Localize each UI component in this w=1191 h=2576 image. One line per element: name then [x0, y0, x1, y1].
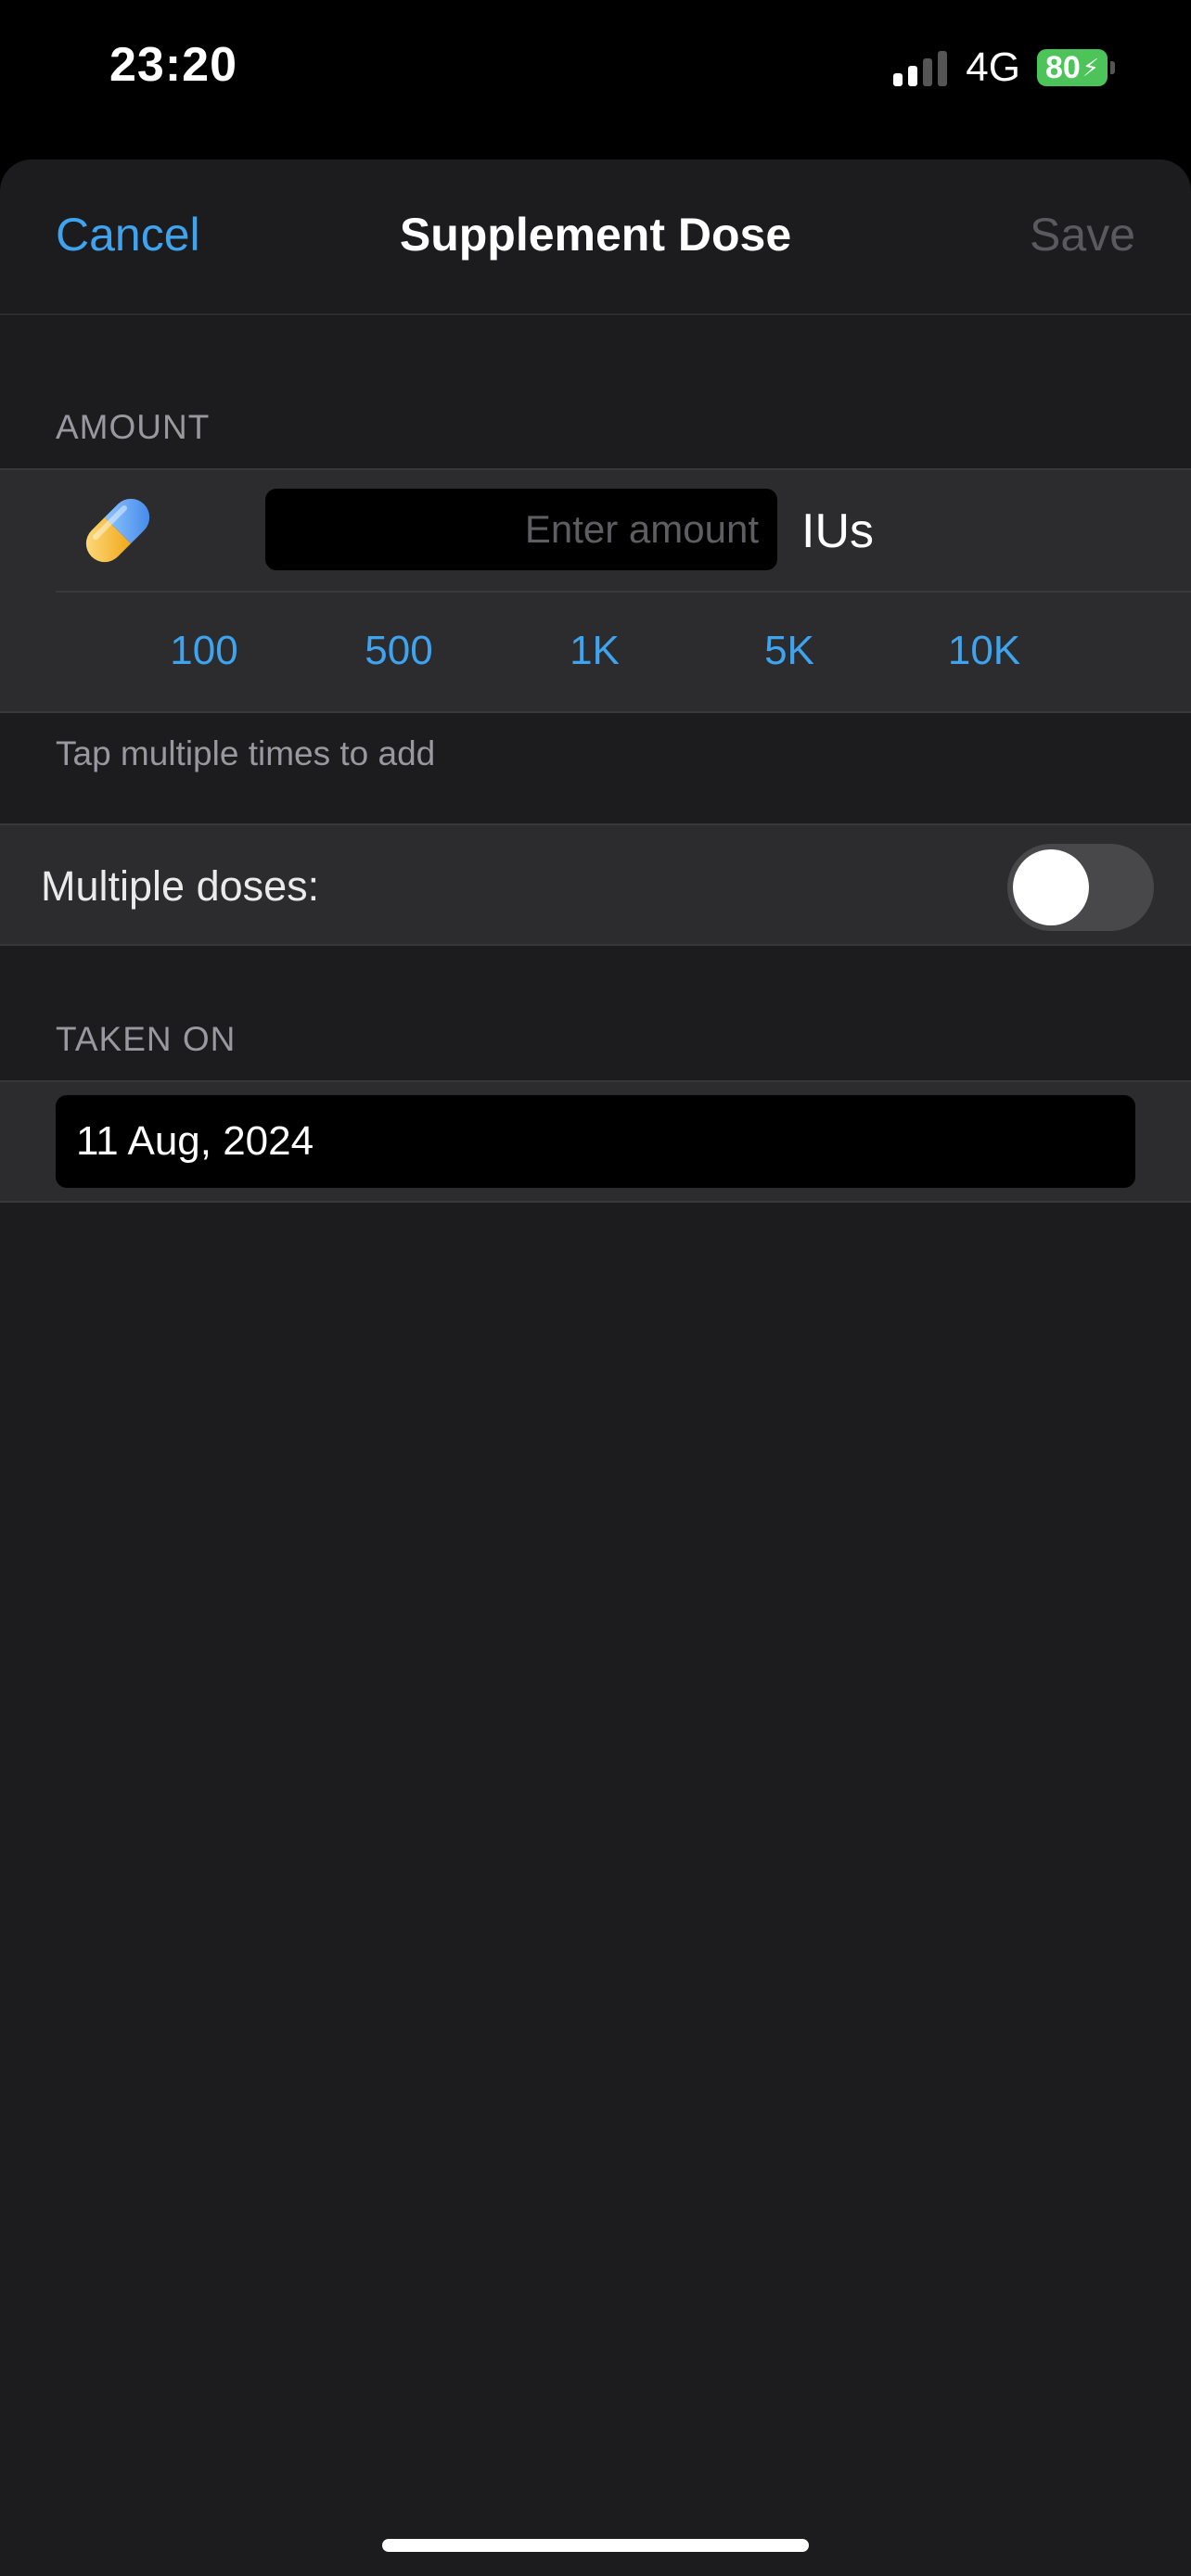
status-time: 23:20	[109, 38, 237, 92]
unit-label: IUs	[801, 504, 874, 558]
cancel-button[interactable]: Cancel	[56, 208, 200, 261]
multiple-doses-row: Multiple doses:	[0, 823, 1191, 946]
battery-level: 80	[1044, 49, 1081, 85]
preset-500-button[interactable]: 500	[325, 628, 473, 674]
amount-input[interactable]	[265, 489, 777, 570]
network-label: 4G	[966, 45, 1020, 90]
signal-icon	[893, 49, 949, 86]
multiple-doses-label: Multiple doses:	[41, 862, 320, 910]
status-indicators: 4G 80 ⚡	[893, 45, 1115, 91]
preset-1k-button[interactable]: 1K	[520, 628, 669, 674]
multiple-doses-toggle[interactable]	[1007, 844, 1154, 931]
preset-10k-button[interactable]: 10K	[910, 628, 1058, 674]
preset-5k-button[interactable]: 5K	[715, 628, 864, 674]
charging-bolt-icon: ⚡	[1082, 53, 1100, 82]
amount-row: IUs	[0, 470, 1191, 593]
preset-amounts: 100 500 1K 5K 10K	[0, 591, 1191, 711]
nav-bar: Supplement Dose Cancel Save	[0, 159, 1191, 315]
amount-footer-note: Tap multiple times to add	[56, 734, 436, 772]
taken-on-group: 11 Aug, 2024	[0, 1080, 1191, 1203]
preset-100-button[interactable]: 100	[130, 628, 278, 674]
toggle-knob	[1013, 849, 1089, 925]
date-field[interactable]: 11 Aug, 2024	[56, 1095, 1135, 1188]
save-button[interactable]: Save	[1030, 208, 1135, 261]
taken-on-section-header: TAKEN ON	[56, 1020, 237, 1058]
supplement-dose-sheet: Supplement Dose Cancel Save AMOUNT Enter…	[0, 159, 1191, 2576]
amount-section-header: AMOUNT	[56, 408, 211, 446]
home-indicator[interactable]	[382, 2539, 809, 2552]
battery-icon: 80 ⚡	[1037, 49, 1115, 86]
amount-group: IUs 100 500 1K 5K 10K	[0, 468, 1191, 713]
pill-icon	[85, 498, 150, 563]
status-bar: 23:20 4G 80 ⚡	[0, 0, 1191, 158]
